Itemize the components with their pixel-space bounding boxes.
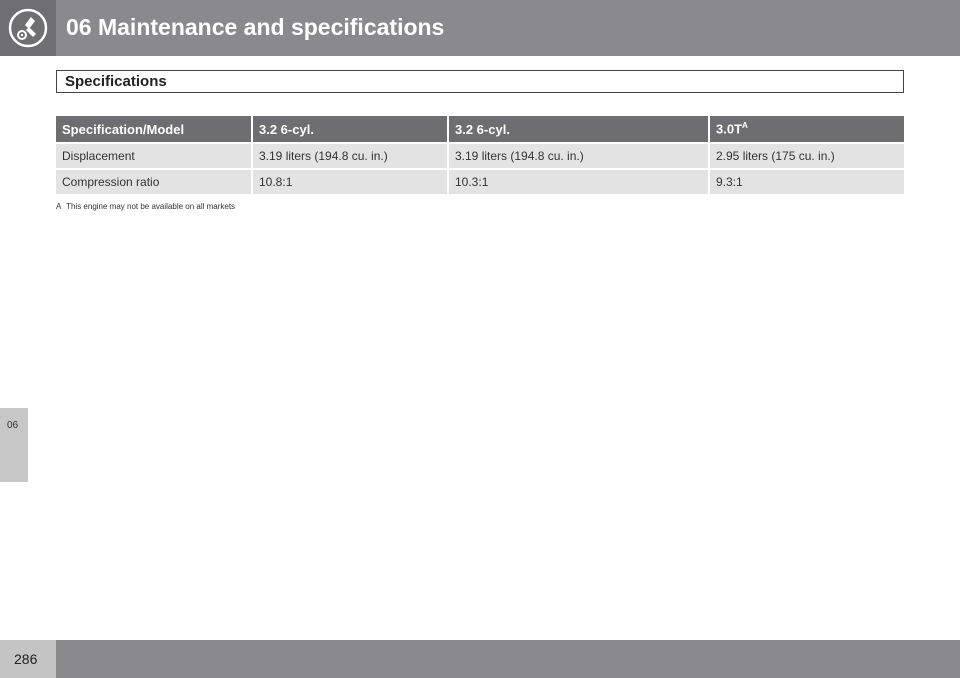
- table-cell: 3.19 liters (194.8 cu. in.): [252, 142, 449, 169]
- chapter-header: 06 Maintenance and specifications: [0, 0, 960, 56]
- side-tab-label: 06: [7, 420, 19, 431]
- footnote-mark: A: [56, 202, 62, 211]
- section-heading-box: Specifications: [56, 70, 904, 93]
- table-cell: Displacement: [56, 142, 253, 169]
- page-footer: 286: [0, 640, 960, 678]
- footnote-reference: A: [742, 121, 748, 131]
- table-cell: Compression ratio: [56, 168, 253, 194]
- page-number: 286: [14, 651, 38, 667]
- table-row: Displacement 3.19 liters (194.8 cu. in.)…: [56, 142, 904, 169]
- chapter-title: 06 Maintenance and specifications: [66, 14, 445, 40]
- section-title: Specifications: [65, 73, 167, 90]
- column-header-text: 3.0T: [716, 121, 743, 137]
- table-footnote: A This engine may not be available on al…: [56, 202, 235, 211]
- table-cell: 2.95 liters (175 cu. in.): [709, 142, 904, 169]
- column-header: 3.2 6-cyl.: [448, 116, 710, 143]
- chapter-icon-box: [0, 0, 56, 56]
- table-cell: 3.19 liters (194.8 cu. in.): [448, 142, 710, 169]
- footnote-text: This engine may not be available on all …: [66, 202, 236, 211]
- column-header: 3.2 6-cyl.: [252, 116, 449, 143]
- table-cell: 9.3:1: [709, 168, 904, 194]
- table-cell: 10.3:1: [448, 168, 710, 194]
- page-number-box: 286: [0, 640, 56, 678]
- chapter-side-tab: 06: [0, 408, 28, 482]
- column-header: Specification/Model: [56, 116, 253, 143]
- column-header: 3.0TA: [709, 116, 904, 143]
- table-header-row: Specification/Model 3.2 6-cyl. 3.2 6-cyl…: [56, 116, 904, 143]
- table-row: Compression ratio 10.8:1 10.3:1 9.3:1: [56, 168, 904, 194]
- table-cell: 10.8:1: [252, 168, 449, 194]
- wrench-gear-icon: [8, 8, 48, 48]
- specifications-table: Specification/Model 3.2 6-cyl. 3.2 6-cyl…: [56, 116, 904, 194]
